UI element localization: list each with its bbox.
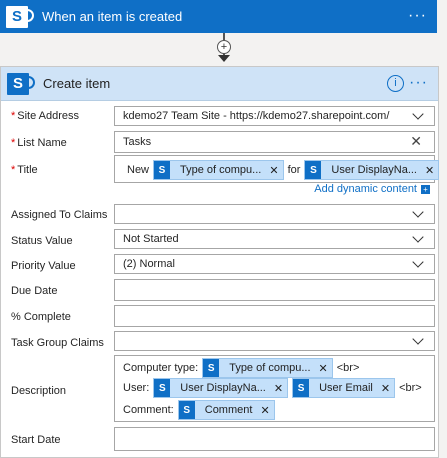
chevron-down-icon[interactable] <box>412 108 424 120</box>
sharepoint-icon: S <box>154 161 171 179</box>
sharepoint-icon: S <box>293 379 310 397</box>
close-icon[interactable]: ✕ <box>269 164 278 177</box>
close-icon[interactable]: ✕ <box>410 133 422 150</box>
dynamic-token[interactable]: S User DisplayNa... ✕ <box>304 160 440 180</box>
sharepoint-icon: S <box>154 379 171 397</box>
close-icon[interactable]: ✕ <box>274 382 283 395</box>
close-icon[interactable]: ✕ <box>260 404 269 417</box>
priority-value-dropdown[interactable]: (2) Normal <box>114 254 435 274</box>
create-item-card: S Create item i ··· * Site Address kdemo2… <box>0 66 440 458</box>
task-group-claims-dropdown[interactable] <box>114 331 435 351</box>
sharepoint-icon: S <box>7 72 35 95</box>
sharepoint-icon: S <box>203 359 220 377</box>
more-icon[interactable]: ··· <box>409 74 428 92</box>
dynamic-token[interactable]: S Type of compu... ✕ <box>153 160 284 180</box>
trigger-step-header[interactable]: S When an item is created ··· <box>0 0 437 33</box>
close-icon[interactable]: ✕ <box>381 382 390 395</box>
dynamic-token[interactable]: S Comment ✕ <box>177 400 275 420</box>
chevron-down-icon[interactable] <box>412 206 424 218</box>
sharepoint-icon: S <box>6 5 34 28</box>
dynamic-token[interactable]: S User DisplayNa... ✕ <box>153 378 289 398</box>
plus-icon: + <box>421 184 430 194</box>
dynamic-token[interactable]: S User Email ✕ <box>292 378 396 398</box>
list-name-field[interactable]: Tasks ✕ <box>114 131 435 153</box>
status-value-label: Status Value <box>11 235 73 247</box>
close-icon[interactable]: ✕ <box>319 362 328 375</box>
start-date-field[interactable] <box>114 427 435 451</box>
title-field[interactable]: New S Type of compu... ✕ for S User Display… <box>114 155 440 183</box>
sharepoint-icon: S <box>178 401 195 419</box>
action-title: Create item <box>43 76 111 91</box>
description-label: Description <box>11 385 67 397</box>
start-date-label: Start Date <box>11 434 61 446</box>
task-group-claims-label: Task Group Claims <box>11 337 104 349</box>
chevron-down-icon[interactable] <box>412 333 424 345</box>
percent-complete-label: % Complete <box>11 311 71 323</box>
assigned-to-claims-label: Assigned To Claims <box>11 209 108 221</box>
assigned-to-claims-dropdown[interactable] <box>114 204 435 224</box>
dynamic-token[interactable]: S Type of compu... ✕ <box>202 358 333 378</box>
create-item-header[interactable]: S Create item i ··· <box>1 67 438 101</box>
site-address-dropdown[interactable]: kdemo27 Team Site - https://kdemo27.shar… <box>114 106 435 126</box>
close-icon[interactable]: ✕ <box>425 164 434 177</box>
priority-value-label: Priority Value <box>11 260 76 272</box>
percent-complete-field[interactable] <box>114 305 435 327</box>
chevron-down-icon[interactable] <box>412 256 424 268</box>
site-address-label: * Site Address <box>11 110 80 122</box>
due-date-field[interactable] <box>114 279 435 301</box>
due-date-label: Due Date <box>11 285 58 297</box>
more-icon[interactable]: ··· <box>408 7 427 25</box>
add-dynamic-content-link[interactable]: Add dynamic content + <box>314 183 430 195</box>
chevron-down-icon[interactable] <box>412 231 424 243</box>
description-field[interactable]: Computer type: S Type of compu... ✕ <br> U… <box>114 355 435 422</box>
plus-icon[interactable]: + <box>217 40 231 54</box>
list-name-label: * List Name <box>11 137 67 149</box>
info-icon[interactable]: i <box>387 75 404 92</box>
sharepoint-icon: S <box>305 161 322 179</box>
trigger-title: When an item is created <box>42 9 183 24</box>
status-value-dropdown[interactable]: Not Started <box>114 229 435 249</box>
title-label: * Title <box>11 164 38 176</box>
arrow-down-icon <box>218 55 230 62</box>
